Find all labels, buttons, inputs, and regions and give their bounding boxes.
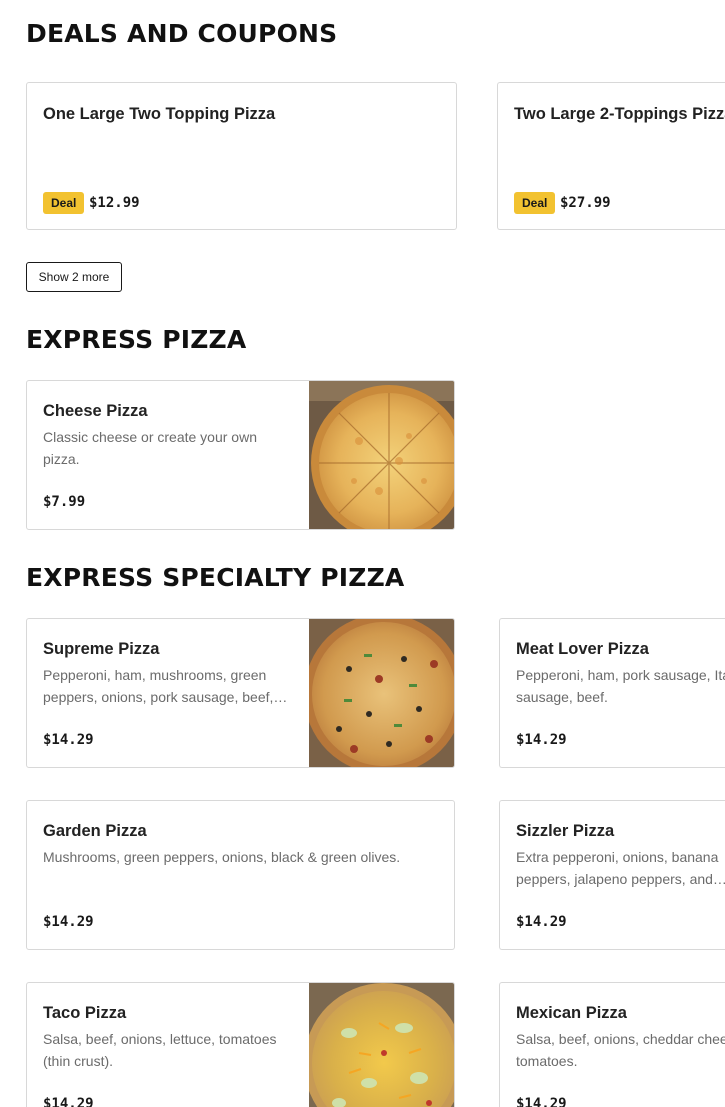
menu-item-card[interactable]: Taco Pizza Salsa, beef, onions, lettuce,… (26, 982, 455, 1107)
deal-price: $12.99 (89, 195, 140, 211)
item-price: $14.29 (516, 1096, 567, 1107)
menu-item-card[interactable]: Meat Lover Pizza Pepperoni, ham, pork sa… (499, 618, 725, 768)
supreme-pizza-image (309, 619, 454, 767)
item-price: $14.29 (43, 732, 94, 748)
deal-card[interactable]: Two Large 2-Toppings Pizza & Deal $27.99 (497, 82, 725, 230)
item-name: Garden Pizza (43, 822, 147, 840)
menu-item-card[interactable]: Cheese Pizza Classic cheese or create yo… (26, 380, 455, 530)
item-price: $14.29 (43, 914, 94, 930)
deal-card[interactable]: One Large Two Topping Pizza Deal $12.99 (26, 82, 457, 230)
menu-item-card[interactable]: Sizzler Pizza Extra pepperoni, onions, b… (499, 800, 725, 950)
item-name: Supreme Pizza (43, 640, 160, 658)
section-title-express: EXPRESS PIZZA (26, 325, 247, 354)
deal-name: Two Large 2-Toppings Pizza & (514, 105, 725, 123)
deal-badge: Deal (43, 192, 85, 214)
item-name: Sizzler Pizza (516, 822, 615, 840)
item-description: Pepperoni, ham, mushrooms, green peppers… (43, 667, 288, 705)
item-description: Salsa, beef, onions, lettuce, tomatoes (… (43, 1031, 277, 1069)
item-name: Meat Lover Pizza (516, 640, 649, 658)
item-price: $7.99 (43, 494, 86, 510)
deal-name: One Large Two Topping Pizza (43, 105, 276, 123)
deal-price: $27.99 (560, 195, 611, 211)
item-price: $14.29 (43, 1096, 94, 1107)
section-title-specialty: EXPRESS SPECIALTY PIZZA (26, 563, 405, 592)
item-name: Taco Pizza (43, 1004, 127, 1022)
item-description: Salsa, beef, onions, cheddar chee tomato… (516, 1031, 725, 1069)
item-price: $14.29 (516, 732, 567, 748)
menu-item-card[interactable]: Supreme Pizza Pepperoni, ham, mushrooms,… (26, 618, 455, 768)
item-description: Mushrooms, green peppers, onions, black … (43, 849, 401, 865)
item-name: Cheese Pizza (43, 402, 148, 420)
show-more-button[interactable]: Show 2 more (26, 262, 122, 292)
menu-item-card[interactable]: Garden Pizza Mushrooms, green peppers, o… (26, 800, 455, 950)
item-description: Pepperoni, ham, pork sausage, Ita sausag… (516, 667, 725, 705)
menu-item-card[interactable]: Mexican Pizza Salsa, beef, onions, chedd… (499, 982, 725, 1107)
cheese-pizza-image (309, 381, 454, 529)
item-description: Classic cheese or create your own pizza. (43, 429, 257, 467)
deal-badge: Deal (514, 192, 556, 214)
item-name: Mexican Pizza (516, 1004, 627, 1022)
item-price: $14.29 (516, 914, 567, 930)
item-description: Extra pepperoni, onions, banana peppers,… (516, 849, 725, 887)
taco-pizza-image (309, 983, 454, 1107)
section-title-deals: DEALS AND COUPONS (26, 19, 338, 48)
